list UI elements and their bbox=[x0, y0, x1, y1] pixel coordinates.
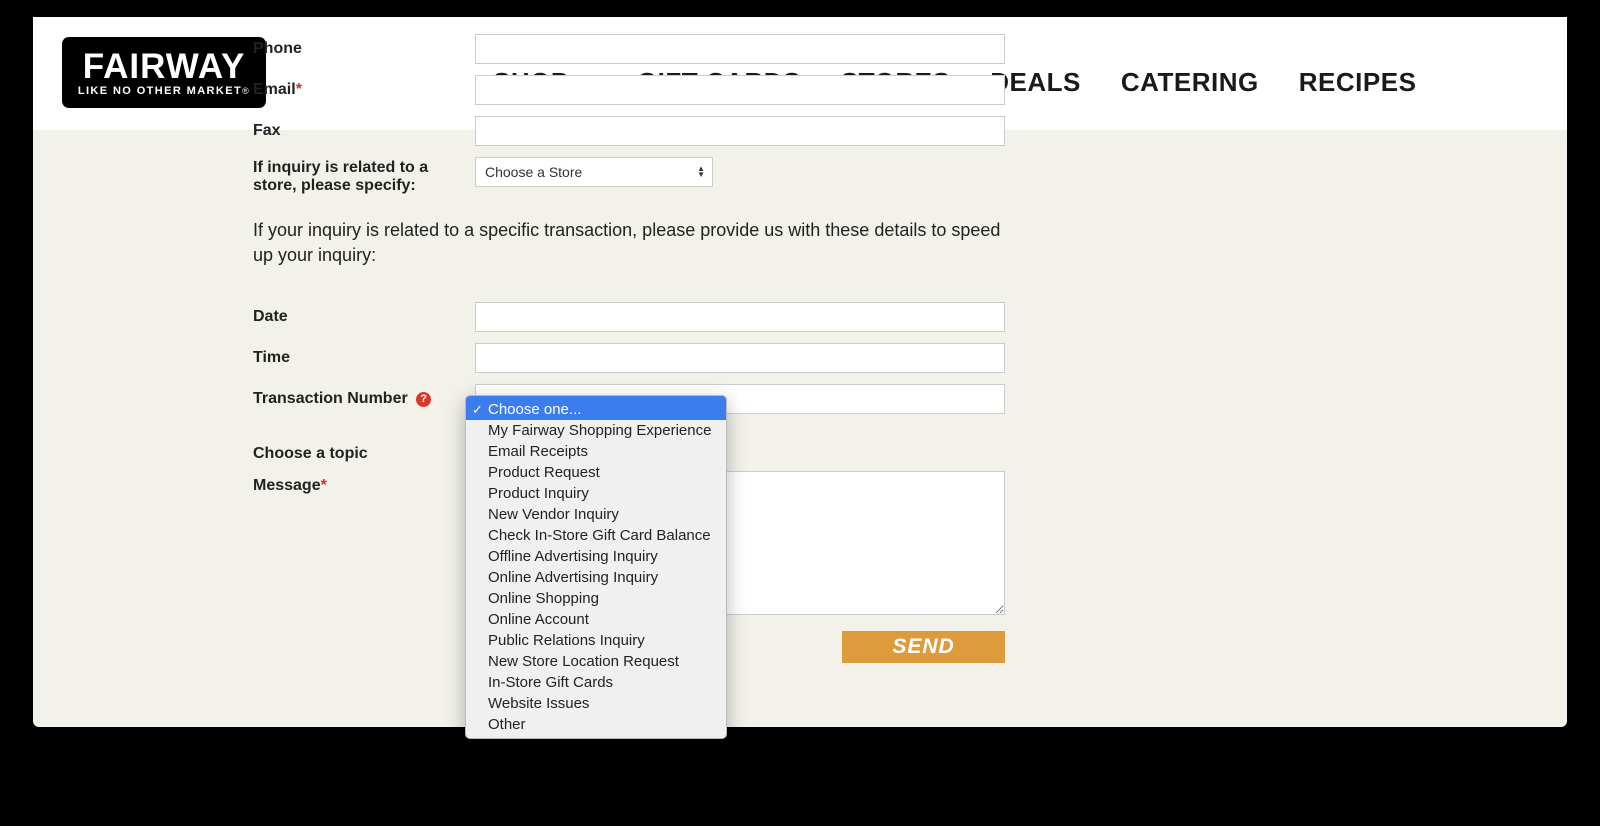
topic-option[interactable]: Online Advertising Inquiry bbox=[466, 567, 726, 588]
page-frame: FAIRWAY LIKE NO OTHER MARKET® SHOP GIFT … bbox=[33, 17, 1567, 727]
label-phone: Phone bbox=[253, 34, 475, 58]
select-store-value: Choose a Store bbox=[485, 164, 582, 180]
topic-option[interactable]: Website Issues bbox=[466, 693, 726, 714]
label-date: Date bbox=[253, 302, 475, 326]
input-time[interactable] bbox=[475, 343, 1005, 373]
label-transaction-number: Transaction Number ? bbox=[253, 384, 475, 408]
topic-option[interactable]: Other bbox=[466, 714, 726, 738]
topic-option[interactable]: Public Relations Inquiry bbox=[466, 630, 726, 651]
label-time: Time bbox=[253, 343, 475, 367]
topic-option[interactable]: Product Inquiry bbox=[466, 483, 726, 504]
send-button[interactable]: SEND bbox=[842, 631, 1005, 663]
logo-sub-text: LIKE NO OTHER MARKET® bbox=[78, 85, 250, 97]
input-date[interactable] bbox=[475, 302, 1005, 332]
topic-option[interactable]: Check In-Store Gift Card Balance bbox=[466, 525, 726, 546]
label-message: Message* bbox=[253, 471, 475, 495]
topic-option[interactable]: New Vendor Inquiry bbox=[466, 504, 726, 525]
topic-option[interactable]: My Fairway Shopping Experience bbox=[466, 420, 726, 441]
label-fax: Fax bbox=[253, 116, 475, 140]
transaction-instruction-text: If your inquiry is related to a specific… bbox=[253, 218, 1013, 268]
label-store: If inquiry is related to a store, please… bbox=[253, 157, 475, 195]
nav-recipes[interactable]: RECIPES bbox=[1299, 67, 1417, 98]
input-phone[interactable] bbox=[475, 34, 1005, 64]
topic-option[interactable]: Online Shopping bbox=[466, 588, 726, 609]
label-email: Email* bbox=[253, 75, 475, 99]
logo-main-text: FAIRWAY bbox=[83, 47, 246, 87]
topic-dropdown-panel: Choose one...My Fairway Shopping Experie… bbox=[465, 395, 727, 739]
brand-logo[interactable]: FAIRWAY LIKE NO OTHER MARKET® bbox=[62, 37, 266, 108]
topic-option[interactable]: Product Request bbox=[466, 462, 726, 483]
select-arrows-icon: ▲▼ bbox=[697, 166, 705, 178]
label-topic: Choose a topic bbox=[253, 439, 475, 463]
topic-option[interactable]: In-Store Gift Cards bbox=[466, 672, 726, 693]
topic-option[interactable]: Email Receipts bbox=[466, 441, 726, 462]
input-fax[interactable] bbox=[475, 116, 1005, 146]
topic-option[interactable]: Choose one... bbox=[466, 396, 726, 420]
input-email[interactable] bbox=[475, 75, 1005, 105]
select-store[interactable]: Choose a Store ▲▼ bbox=[475, 157, 713, 187]
help-icon[interactable]: ? bbox=[416, 392, 431, 407]
topic-option[interactable]: Online Account bbox=[466, 609, 726, 630]
contact-form: Phone Email* Fax If inquiry is related t… bbox=[253, 17, 1307, 663]
topic-option[interactable]: Offline Advertising Inquiry bbox=[466, 546, 726, 567]
topic-option[interactable]: New Store Location Request bbox=[466, 651, 726, 672]
